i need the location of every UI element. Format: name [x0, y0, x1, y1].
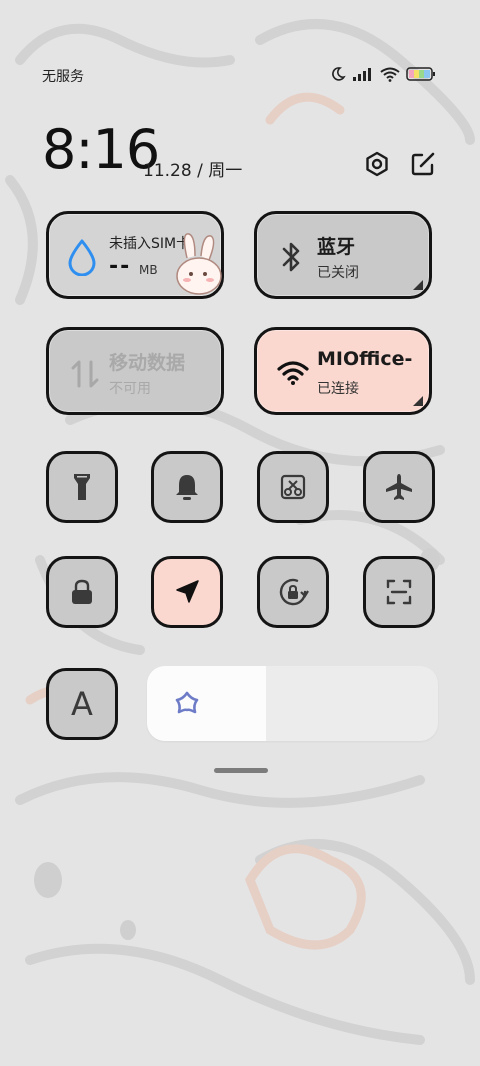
scanner-toggle[interactable] — [363, 556, 435, 628]
bluetooth-tile[interactable]: 蓝牙 已关闭 — [254, 211, 432, 299]
wifi-tile[interactable]: MIOffice- 已连接 — [254, 327, 432, 415]
signal-icon — [353, 68, 371, 81]
mobile-data-title: 移动数据 — [109, 352, 186, 374]
data-usage-value: -- — [109, 254, 132, 279]
bell-icon — [176, 475, 198, 500]
airplane-mode-toggle[interactable] — [363, 451, 435, 523]
bluetooth-icon — [282, 242, 300, 272]
wifi-icon — [277, 361, 309, 385]
flashlight-toggle[interactable] — [46, 451, 118, 523]
status-icons — [330, 66, 436, 82]
screenshot-toggle[interactable] — [257, 451, 329, 523]
font-size-toggle[interactable]: A — [46, 668, 118, 740]
wifi-network-name: MIOffice- — [317, 348, 413, 370]
settings-icon[interactable] — [363, 150, 391, 178]
rotation-lock-toggle[interactable] — [257, 556, 329, 628]
location-icon — [176, 580, 199, 603]
silent-toggle[interactable] — [151, 451, 223, 523]
lock-screen-toggle[interactable] — [46, 556, 118, 628]
clock-time: 8:16 — [42, 118, 160, 181]
font-size-label: A — [71, 685, 93, 723]
mobile-data-icon — [71, 360, 99, 388]
scan-icon — [386, 579, 412, 605]
brightness-slider[interactable] — [147, 666, 438, 741]
data-usage-unit: MB — [139, 263, 158, 277]
moon-icon — [332, 67, 346, 81]
bunny-sticker — [176, 233, 222, 295]
drag-handle[interactable] — [214, 768, 268, 773]
location-toggle[interactable] — [151, 556, 223, 628]
flower-icon — [175, 691, 199, 714]
bluetooth-title: 蓝牙 — [317, 236, 356, 258]
brightness-fill — [147, 666, 267, 741]
screenshot-icon — [280, 474, 306, 500]
wifi-status: 已连接 — [317, 381, 359, 397]
date-label: 11.28 / 周一 — [143, 161, 243, 181]
mobile-data-tile[interactable]: 移动数据 不可用 — [46, 327, 224, 415]
mobile-data-status: 不可用 — [109, 381, 151, 397]
wifi-icon — [380, 67, 400, 82]
expand-corner-icon[interactable] — [413, 280, 423, 290]
airplane-icon — [386, 474, 412, 500]
edit-icon[interactable] — [409, 150, 437, 178]
data-usage-tile[interactable]: 未插入SIM卡 -- MB — [46, 211, 224, 299]
battery-icon — [406, 67, 435, 81]
carrier-status: 无服务 — [42, 69, 84, 85]
expand-corner-icon[interactable] — [413, 396, 423, 406]
flashlight-icon — [74, 474, 90, 500]
rotation-lock-icon — [279, 578, 309, 606]
lock-icon — [72, 579, 92, 604]
bluetooth-status: 已关闭 — [317, 265, 359, 281]
droplet-icon — [68, 239, 96, 276]
